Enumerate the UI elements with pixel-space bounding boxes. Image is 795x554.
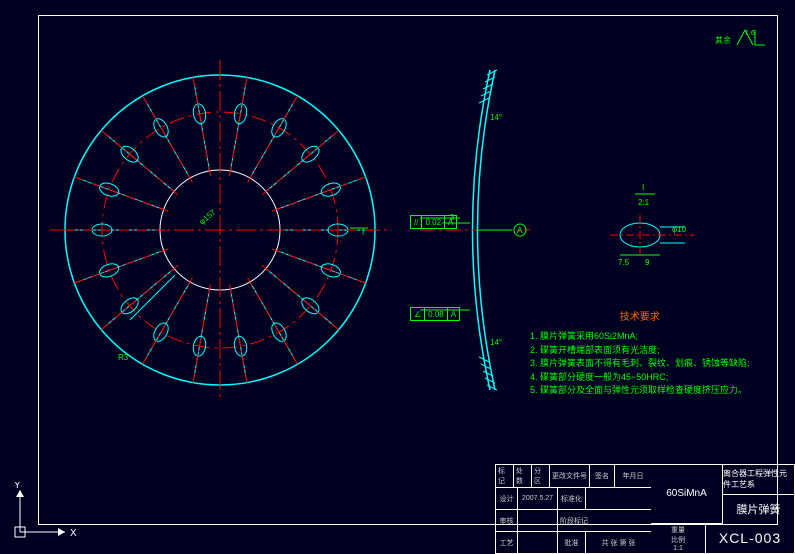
gdt-datum: A xyxy=(445,216,456,228)
detail-label: I xyxy=(642,183,644,192)
ucs-icon: X Y xyxy=(10,482,80,544)
detail-view: I 2:1 7.5 9 φ10 xyxy=(600,180,700,270)
sf-label: 其余 xyxy=(715,35,731,45)
section-label-i: I xyxy=(362,228,364,237)
tech-req-title: 技术要求 xyxy=(530,310,750,325)
gdt-parallelism: // 0.02 A xyxy=(410,215,457,229)
drawing-number: XCL-003 xyxy=(706,524,794,553)
tech-req-1: 1. 膜片弹簧采用60Si2MnA; xyxy=(530,330,750,344)
svg-text:A: A xyxy=(517,226,523,235)
ucs-x: X xyxy=(70,528,77,539)
detail-dim-a: 7.5 xyxy=(618,258,630,267)
detail-dim-c: φ10 xyxy=(672,225,687,234)
tb-material: 60SiMnA xyxy=(651,465,723,524)
dim-slot-r: R3 xyxy=(118,353,129,362)
tech-req-5: 5. 碟簧部分及全面与弹性元须取样检查硬度挤压应力。 xyxy=(530,384,750,398)
gdt-symbol: // xyxy=(411,216,422,228)
surface-finish-symbol: 其余 1.6 xyxy=(715,25,775,52)
datum-a: A xyxy=(476,224,526,236)
role-design: 设计 xyxy=(496,488,518,509)
detail-scale: 2:1 xyxy=(638,198,650,207)
tech-req-2: 2. 碟簧开槽端部表面须有光洁度; xyxy=(530,344,750,358)
dim-center-dia: φ157 xyxy=(198,207,218,226)
tech-req-4: 4. 碟簧部分硬度一般为45~50HRC; xyxy=(530,371,750,385)
detail-dim-b: 9 xyxy=(645,258,650,267)
ucs-y: Y xyxy=(14,482,21,491)
gdt-tol: 0.08 xyxy=(425,308,448,320)
gdt-tol: 0.02 xyxy=(422,216,445,228)
date-design: 2007.5.27 xyxy=(518,488,558,509)
gdt-angularity: ∠ 0.08 A xyxy=(410,307,460,321)
tb-scale: 1:1 xyxy=(673,545,683,552)
side-view: A 14° 14° 3 xyxy=(420,60,530,400)
role-proc: 工艺 xyxy=(496,532,518,553)
gdt-datum: A xyxy=(448,308,459,320)
angle-bot: 14° xyxy=(490,338,502,347)
technical-requirements: 技术要求 1. 膜片弹簧采用60Si2MnA; 2. 碟簧开槽端部表面须有光洁度… xyxy=(530,310,750,398)
angle-top: 14° xyxy=(490,113,502,122)
role-check: 审核 xyxy=(496,510,518,531)
tech-req-3: 3. 膜片弹簧表面不得有毛刺、裂纹、划痕、锈蚀等缺陷; xyxy=(530,357,750,371)
main-view: φ157 R3 I xyxy=(50,60,390,400)
sf-value: 1.6 xyxy=(745,30,755,37)
title-block: 标记 处数 分区 更改文件号 签名 年月日 设计 2007.5.27 标准化 审… xyxy=(495,464,795,554)
tb-company: 离合器工程弹性元件工艺系 xyxy=(723,465,794,495)
gdt-symbol: ∠ xyxy=(411,308,425,320)
section-finger xyxy=(130,275,175,320)
role-std: 标准化 xyxy=(558,488,586,509)
tb-partname: 膜片弹簧 xyxy=(723,495,794,524)
